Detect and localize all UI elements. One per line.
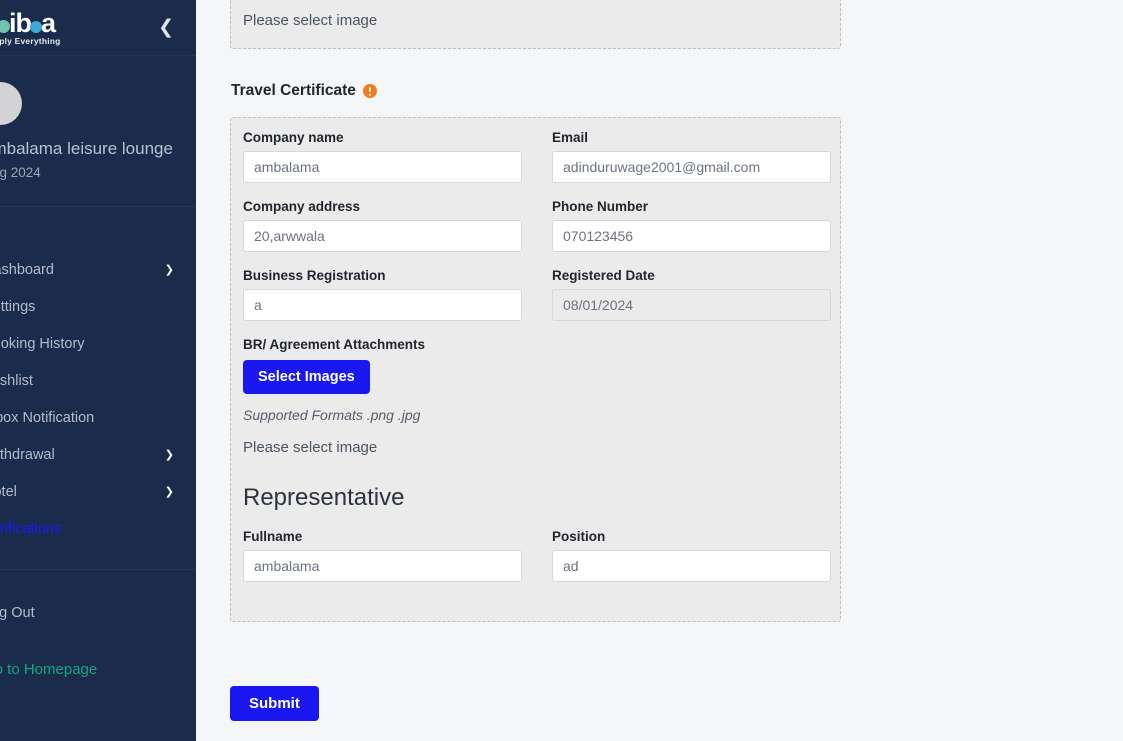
section-title-text: Travel Certificate — [231, 82, 356, 99]
previous-upload-card: Please select image — [230, 0, 841, 49]
sidebar-item-withdrawal[interactable]: Withdrawal ❯ — [0, 436, 196, 473]
registered-date-input[interactable] — [552, 289, 831, 321]
sidebar-item-label: Withdrawal — [0, 446, 55, 463]
field-business-registration: Business Registration — [243, 268, 522, 321]
form-row-2: Company address Phone Number — [243, 199, 831, 252]
company-name-label: Company name — [243, 130, 344, 145]
registered-date-label: Registered Date — [552, 268, 655, 283]
go-to-homepage-link[interactable]: Go to Homepage — [0, 652, 196, 686]
sidebar-item-label: Settings — [0, 298, 36, 315]
position-input[interactable] — [552, 550, 831, 582]
field-company-name: Company name — [243, 130, 522, 183]
field-email: Email — [552, 130, 831, 183]
business-registration-input[interactable] — [243, 289, 522, 321]
logo-wordmark: riba — [0, 7, 56, 38]
company-address-input[interactable] — [243, 220, 522, 252]
homepage-label: Go to Homepage — [0, 660, 98, 678]
logo-dot-blue-icon — [30, 20, 43, 33]
sidebar-item-label: Dashboard — [0, 261, 54, 278]
sidebar-footer: Log Out Go to Homepage — [0, 569, 196, 686]
sidebar-item-label: Inbox Notification — [0, 409, 95, 426]
field-fullname: Fullname — [243, 529, 522, 582]
representative-section: Fullname Position — [243, 529, 831, 582]
attachments-label: BR/ Agreement Attachments — [243, 337, 426, 352]
logout-button[interactable]: Log Out — [0, 596, 196, 630]
sidebar-item-settings[interactable]: Settings — [0, 288, 196, 325]
chevron-down-icon: ❯ — [164, 264, 174, 277]
profile-join-date: Aug 2024 — [0, 165, 41, 181]
attachment-status-message: Please select image — [243, 439, 378, 456]
form-row-4: Fullname Position — [243, 529, 831, 582]
sidebar-item-inbox-notification[interactable]: Inbox Notification — [0, 399, 196, 436]
submit-button[interactable]: Submit — [230, 686, 319, 721]
chevron-left-icon[interactable]: ❮ — [158, 18, 174, 37]
field-registered-date: Registered Date — [552, 268, 831, 321]
fullname-label: Fullname — [243, 529, 303, 544]
sidebar-item-booking-history[interactable]: Booking History — [0, 325, 196, 362]
avatar — [0, 82, 22, 125]
business-registration-label: Business Registration — [243, 268, 386, 283]
sidebar-nav: Dashboard ❯ Settings Booking History Wis… — [0, 207, 196, 547]
brand-logo[interactable]: riba Simply Everything — [0, 7, 61, 46]
sidebar-item-dashboard[interactable]: Dashboard ❯ — [0, 251, 196, 288]
attachments-section: BR/ Agreement Attachments Select Images … — [243, 337, 828, 456]
sidebar: riba Simply Everything ❮ ambalama leisur… — [0, 0, 196, 741]
email-input[interactable] — [552, 151, 831, 183]
sidebar-item-label: Hotel — [0, 483, 17, 500]
travel-certificate-form: Company name Email Company address Phone… — [230, 117, 841, 622]
supported-formats-hint: Supported Formats .png .jpg — [243, 407, 421, 423]
representative-heading: Representative — [243, 484, 405, 511]
email-label: Email — [552, 130, 589, 145]
phone-number-label: Phone Number — [552, 199, 649, 214]
logo-text-mid: ib — [9, 7, 32, 38]
company-name-input[interactable] — [243, 151, 522, 183]
upload-status-message: Please select image — [243, 12, 378, 29]
sidebar-item-label: Wishlist — [0, 372, 33, 389]
sidebar-item-verifications[interactable]: Verifications — [0, 510, 196, 547]
page-title: Travel Certificate — [231, 82, 377, 100]
company-address-label: Company address — [243, 199, 361, 214]
fullname-input[interactable] — [243, 550, 522, 582]
field-phone-number: Phone Number — [552, 199, 831, 252]
field-position: Position — [552, 529, 831, 582]
sidebar-item-wishlist[interactable]: Wishlist — [0, 362, 196, 399]
sidebar-item-hotel[interactable]: Hotel ❯ — [0, 473, 196, 510]
logout-label: Log Out — [0, 605, 35, 622]
warning-circle-icon — [362, 84, 377, 98]
sidebar-item-label: Booking History — [0, 335, 85, 352]
main-content: Please select image Travel Certificate C… — [196, 0, 1123, 741]
chevron-down-icon: ❯ — [164, 449, 174, 462]
sidebar-item-label: Verifications — [0, 520, 62, 537]
field-company-address: Company address — [243, 199, 522, 252]
sidebar-header: riba Simply Everything ❮ — [0, 0, 196, 56]
app-root: riba Simply Everything ❮ ambalama leisur… — [0, 0, 1123, 741]
form-row-3: Business Registration Registered Date — [243, 268, 831, 321]
form-row-1: Company name Email — [243, 130, 831, 183]
chevron-down-icon: ❯ — [164, 486, 174, 499]
select-images-button[interactable]: Select Images — [243, 360, 370, 394]
profile-name: ambalama leisure lounge — [0, 139, 173, 158]
phone-number-input[interactable] — [552, 220, 831, 252]
position-label: Position — [552, 529, 606, 544]
sidebar-profile: ambalama leisure lounge Aug 2024 — [0, 56, 196, 208]
